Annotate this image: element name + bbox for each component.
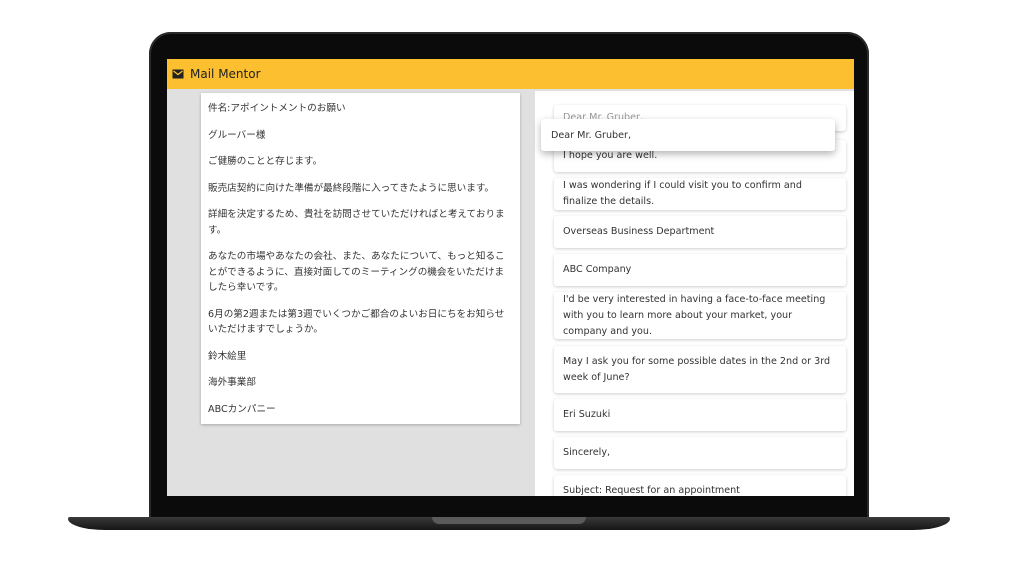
jp-line: グルーバー様 — [208, 129, 266, 141]
sentence-text: Subject: Request for an appointment — [563, 485, 740, 496]
sentence-text: Eri Suzuki — [563, 409, 611, 420]
jp-line: ABCカンパニー — [208, 403, 276, 415]
dragging-sentence-card[interactable]: Dear Mr. Gruber, — [541, 119, 835, 151]
sentence-card[interactable]: Overseas Business Department — [554, 216, 846, 248]
envelope-icon — [172, 69, 184, 79]
sentence-text: I'd be very interested in having a face-… — [563, 293, 826, 337]
sentence-card[interactable]: I'd be very interested in having a face-… — [554, 292, 846, 339]
app-bar: Mail Mentor — [167, 59, 854, 89]
sentence-text: May I ask you for some possible dates in… — [563, 355, 831, 383]
laptop-notch — [432, 517, 586, 524]
jp-line: 詳細を決定するため、貴社を訪問させていただければと考えております。 — [208, 209, 505, 236]
jp-line: ご健勝のことと存じます。 — [208, 156, 323, 167]
sentence-text: I was wondering if I could visit you to … — [563, 180, 802, 207]
sentence-text: ABC Company — [563, 264, 632, 275]
jp-line: 鈴木絵里 — [208, 350, 247, 362]
english-cards-panel[interactable]: Dear Mr. Gruber, I hope you are well. I … — [535, 91, 854, 496]
jp-line: 6月の第2週または第3週でいくつかご都合のよいお日にちをお知らせいただけますでし… — [208, 308, 505, 336]
app-title: Mail Mentor — [190, 67, 261, 81]
sentence-card[interactable]: I was wondering if I could visit you to … — [554, 178, 846, 210]
japanese-email-card: 件名:アポイントメントのお願い グルーバー様 ご健勝のことと存じます。 販売店契… — [201, 93, 520, 424]
sentence-card[interactable]: Sincerely, — [554, 437, 846, 469]
sentence-text: Sincerely, — [563, 447, 611, 458]
jp-line: あなたの市場やあなたの会社、また、あなたについて、もっと知ることができるように、… — [208, 251, 505, 293]
sentence-card[interactable]: May I ask you for some possible dates in… — [554, 346, 846, 393]
dragging-sentence-text: Dear Mr. Gruber, — [551, 129, 632, 141]
sentence-card[interactable]: ABC Company — [554, 254, 846, 286]
jp-line: 販売店契約に向けた準備が最終段階に入ってきたように思います。 — [208, 182, 495, 194]
app-screen: Mail Mentor 件名:アポイントメントのお願い グルーバー様 ご健勝のこ… — [167, 59, 854, 496]
sentence-card[interactable]: Eri Suzuki — [554, 399, 846, 431]
sentence-text: Overseas Business Department — [563, 226, 715, 237]
sentence-card[interactable]: Subject: Request for an appointment — [554, 475, 846, 496]
jp-line: 件名:アポイントメントのお願い — [208, 103, 346, 114]
jp-line: 海外事業部 — [208, 377, 256, 388]
